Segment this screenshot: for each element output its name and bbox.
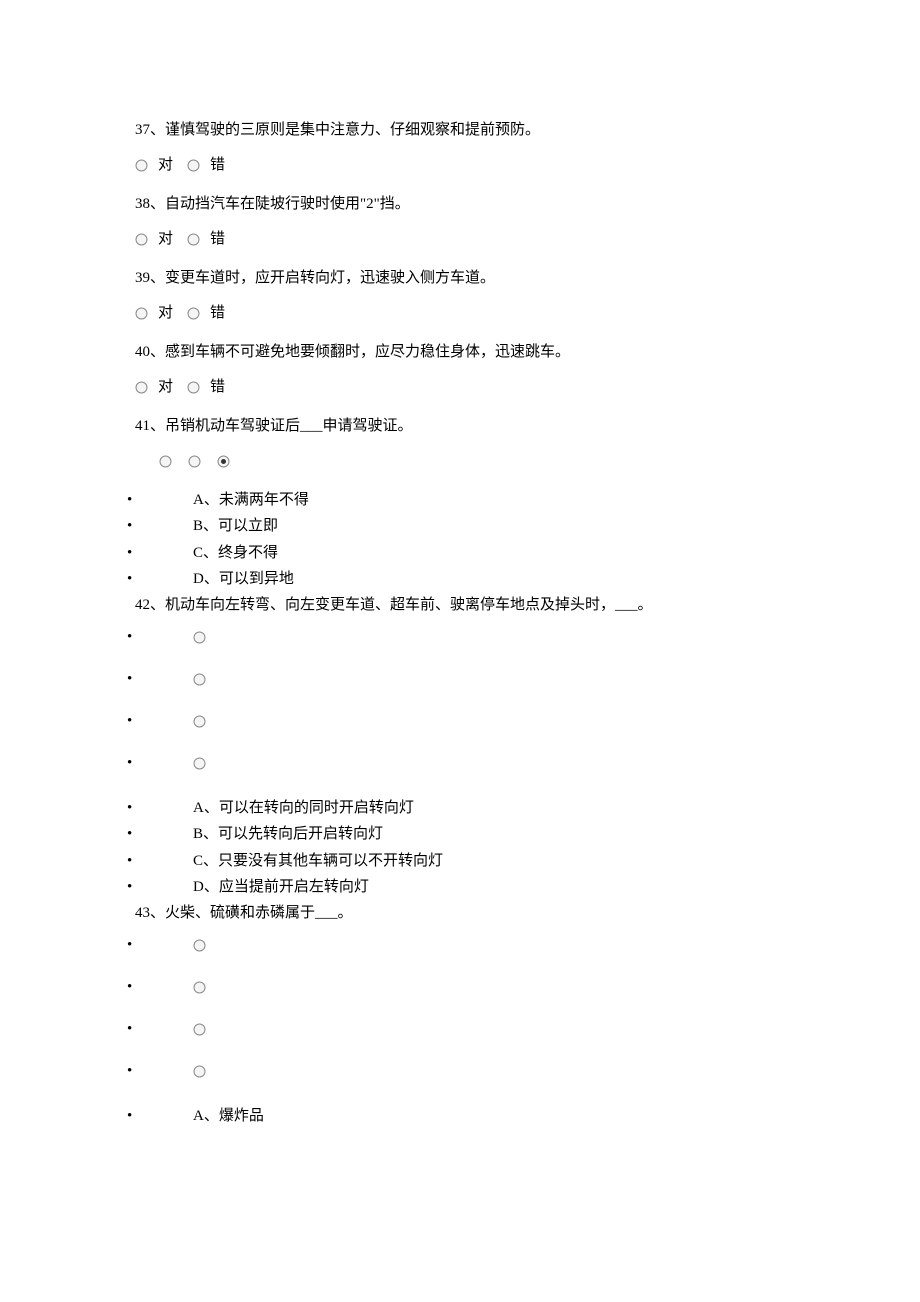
- radio-unchecked-icon[interactable]: [135, 152, 148, 179]
- radio-unchecked-icon[interactable]: [193, 750, 206, 777]
- radio-unchecked-icon[interactable]: [187, 374, 200, 401]
- true-label: 对: [158, 152, 173, 179]
- false-label: 错: [210, 226, 225, 253]
- list-item: A、可以在转向的同时开启转向灯: [135, 795, 785, 821]
- radio-unchecked-icon[interactable]: [187, 226, 200, 253]
- true-label: 对: [158, 374, 173, 401]
- question-40-text: 40、感到车辆不可避免地要倾翻时，应尽力稳住身体，迅速跳车。: [135, 339, 785, 366]
- radio-unchecked-icon[interactable]: [135, 374, 148, 401]
- radio-unchecked-icon[interactable]: [187, 300, 200, 327]
- question-43-text: 43、火柴、硫磺和赤磷属于___。: [135, 900, 785, 927]
- list-item: [135, 711, 785, 731]
- radio-checked-icon[interactable]: [217, 448, 230, 475]
- radio-unchecked-icon[interactable]: [187, 152, 200, 179]
- list-item: [135, 669, 785, 689]
- true-label: 对: [158, 226, 173, 253]
- question-39-text: 39、变更车道时，应开启转向灯，迅速驶入侧方车道。: [135, 265, 785, 292]
- radio-unchecked-icon[interactable]: [193, 708, 206, 735]
- list-item: C、只要没有其他车辆可以不开转向灯: [135, 848, 785, 874]
- question-38-text: 38、自动挡汽车在陡坡行驶时使用"2"挡。: [135, 191, 785, 218]
- question-41-text: 41、吊销机动车驾驶证后___申请驾驶证。: [135, 413, 785, 440]
- list-item: [135, 935, 785, 955]
- radio-unchecked-icon[interactable]: [193, 1058, 206, 1085]
- false-label: 错: [210, 374, 225, 401]
- false-label: 错: [210, 300, 225, 327]
- list-item: B、可以立即: [135, 513, 785, 539]
- true-label: 对: [158, 300, 173, 327]
- list-item: D、可以到异地: [135, 566, 785, 592]
- list-item: [135, 977, 785, 997]
- question-37-text: 37、谨慎驾驶的三原则是集中注意力、仔细观察和提前预防。: [135, 117, 785, 144]
- radio-unchecked-icon[interactable]: [159, 448, 172, 475]
- list-item: C、终身不得: [135, 540, 785, 566]
- radio-unchecked-icon[interactable]: [193, 974, 206, 1001]
- list-item: A、爆炸品: [135, 1103, 785, 1129]
- radio-unchecked-icon[interactable]: [135, 226, 148, 253]
- question-42-text: 42、机动车向左转弯、向左变更车道、超车前、驶离停车地点及掉头时，___。: [135, 592, 785, 619]
- false-label: 错: [210, 152, 225, 179]
- radio-unchecked-icon[interactable]: [193, 1016, 206, 1043]
- radio-unchecked-icon[interactable]: [193, 932, 206, 959]
- radio-unchecked-icon[interactable]: [193, 624, 206, 651]
- list-item: [135, 627, 785, 647]
- list-item: B、可以先转向后开启转向灯: [135, 821, 785, 847]
- list-item: [135, 753, 785, 773]
- radio-unchecked-icon[interactable]: [193, 666, 206, 693]
- list-item: A、未满两年不得: [135, 487, 785, 513]
- radio-unchecked-icon[interactable]: [188, 448, 201, 475]
- radio-unchecked-icon[interactable]: [135, 300, 148, 327]
- list-item: [135, 1061, 785, 1081]
- list-item: D、应当提前开启左转向灯: [135, 874, 785, 900]
- list-item: [135, 1019, 785, 1039]
